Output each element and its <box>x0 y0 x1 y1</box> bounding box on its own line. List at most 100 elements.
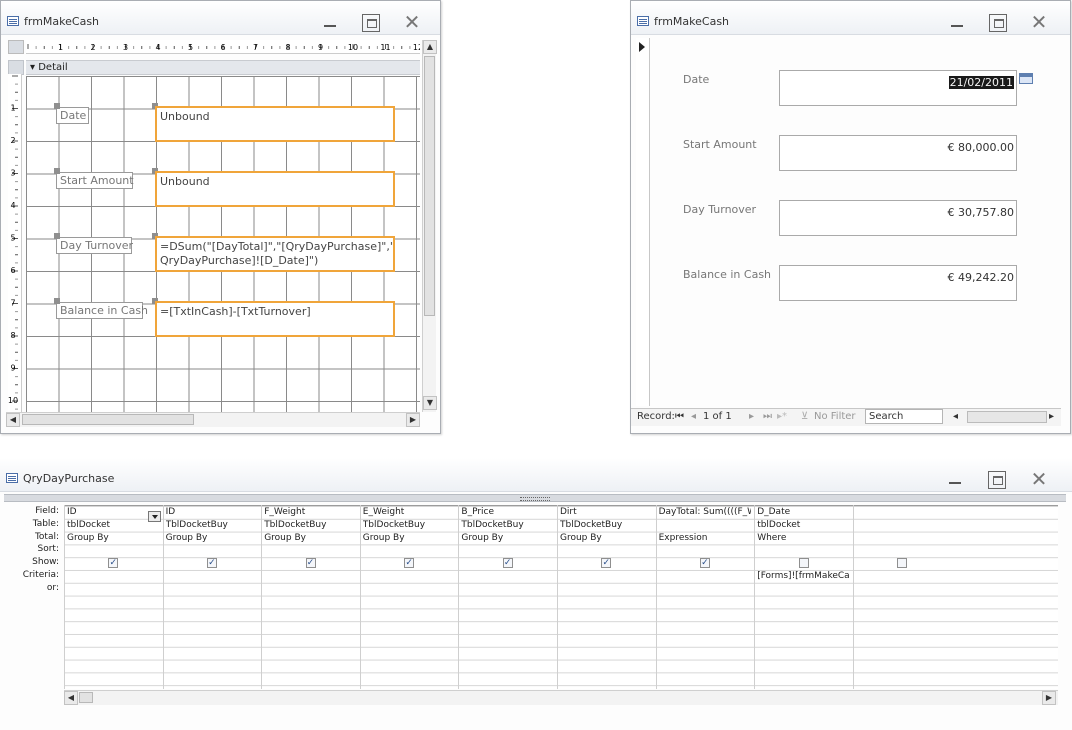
query-cell-table[interactable]: TblDocketBuy <box>560 519 653 532</box>
query-titlebar[interactable]: QryDayPurchase ✕ <box>0 458 1072 492</box>
minimize-icon[interactable] <box>321 14 339 32</box>
scroll-right-arrow[interactable]: ▶ <box>1042 691 1056 705</box>
search-input[interactable]: Search <box>865 409 943 424</box>
query-cell-table[interactable]: tblDocket <box>757 519 850 532</box>
query-cell-field[interactable]: DayTotal: Sum((((F_W <box>659 506 752 519</box>
pane-splitter[interactable] <box>4 494 1066 502</box>
label-start-amount[interactable]: Start Amount <box>56 172 134 189</box>
query-column-divider[interactable] <box>557 505 558 689</box>
detail-section-bar[interactable]: ▾ Detail <box>26 60 420 75</box>
scroll-left-arrow[interactable]: ◀ <box>6 413 20 427</box>
scroll-thumb[interactable] <box>424 56 435 316</box>
query-cell-field[interactable]: ID <box>67 506 144 519</box>
query-cell-field[interactable]: D_Date <box>757 506 850 519</box>
query-cell-criteria[interactable]: [Forms]![frmMakeCash]![TxtDate] <box>757 570 850 583</box>
design-titlebar[interactable]: frmMakeCash ✕ <box>1 1 440 35</box>
query-column-divider[interactable] <box>64 505 65 689</box>
first-record-icon[interactable]: ⏮ <box>675 409 684 425</box>
query-cell-table[interactable]: tblDocket <box>67 519 160 532</box>
query-cell-total[interactable]: Group By <box>166 532 259 545</box>
textbox-day-turnover-design[interactable]: =DSum("[DayTotal]","[QryDayPurchase]","[… <box>155 236 395 272</box>
label-move-handle[interactable] <box>54 298 60 304</box>
query-cell-field[interactable]: F_Weight <box>264 506 357 519</box>
no-filter-label[interactable]: No Filter <box>814 409 856 425</box>
scroll-thumb[interactable] <box>79 692 93 703</box>
query-cell-table[interactable]: TblDocketBuy <box>166 519 259 532</box>
query-cell-table[interactable]: TblDocketBuy <box>363 519 456 532</box>
maximize-icon[interactable] <box>989 14 1007 32</box>
scroll-up-arrow[interactable]: ▲ <box>423 40 437 54</box>
label-move-handle[interactable] <box>54 233 60 239</box>
query-cell-total[interactable]: Group By <box>264 532 357 545</box>
balance-in-cash-field[interactable]: € 49,242.20 <box>779 265 1017 301</box>
new-record-icon[interactable]: ▸* <box>777 409 787 425</box>
field-dropdown-button[interactable] <box>148 511 161 522</box>
section-toggle-icon[interactable]: ▾ <box>30 62 35 73</box>
label-balance-in-cash[interactable]: Balance in Cash <box>56 302 148 319</box>
query-cell-field[interactable]: E_Weight <box>363 506 456 519</box>
maximize-icon[interactable] <box>988 471 1006 489</box>
last-record-icon[interactable]: ⏭ <box>763 409 772 425</box>
query-column-divider[interactable] <box>458 505 460 689</box>
label-date[interactable]: Date <box>56 107 89 124</box>
show-checkbox[interactable]: ✓ <box>502 558 513 569</box>
design-horizontal-scrollbar[interactable]: ◀ ▶ <box>6 412 420 427</box>
scroll-left-arrow[interactable]: ◀ <box>64 691 78 705</box>
query-cell-total[interactable]: Group By <box>67 532 160 545</box>
scroll-thumb[interactable] <box>22 414 194 425</box>
date-field[interactable]: 21/02/2011 <box>779 70 1017 106</box>
filter-icon[interactable]: ⊻ <box>801 409 808 425</box>
nav-scroll-left-arrow[interactable]: ◂ <box>953 409 958 425</box>
textbox-balance-design[interactable]: =[TxtInCash]-[TxtTurnover] <box>155 301 395 337</box>
close-icon[interactable]: ✕ <box>1028 12 1050 32</box>
query-column-divider[interactable] <box>359 505 361 689</box>
calendar-icon[interactable] <box>1019 73 1033 84</box>
textbox-start-amount-design[interactable]: Unbound <box>155 171 395 207</box>
query-horizontal-scrollbar[interactable]: ◀ ▶ <box>64 690 1058 705</box>
query-cell-table[interactable]: TblDocketBuy <box>264 519 357 532</box>
query-cell-total[interactable]: Expression <box>659 532 752 545</box>
query-cell-total[interactable]: Group By <box>560 532 653 545</box>
query-cell-table[interactable]: TblDocketBuy <box>461 519 554 532</box>
nav-scroll-right-arrow[interactable]: ▸ <box>1049 409 1054 425</box>
query-column-divider[interactable] <box>852 505 854 689</box>
label-move-handle[interactable] <box>54 103 60 109</box>
query-cell-field[interactable]: B_Price <box>461 506 554 519</box>
minimize-icon[interactable] <box>946 471 964 489</box>
show-checkbox[interactable]: ✓ <box>601 558 612 569</box>
query-cell-field[interactable]: ID <box>166 506 259 519</box>
start-amount-field[interactable]: € 80,000.00 <box>779 135 1017 171</box>
query-cell-total[interactable]: Group By <box>461 532 554 545</box>
query-column-divider[interactable] <box>754 505 756 689</box>
label-move-handle[interactable] <box>54 168 60 174</box>
record-selector[interactable] <box>636 38 650 406</box>
maximize-icon[interactable] <box>362 14 380 32</box>
query-cell-field[interactable]: Dirt <box>560 506 653 519</box>
record-position[interactable]: 1 of 1 <box>703 409 732 425</box>
close-icon[interactable]: ✕ <box>401 12 423 32</box>
query-column-divider[interactable] <box>655 505 657 689</box>
close-icon[interactable]: ✕ <box>1028 469 1050 489</box>
label-day-turnover[interactable]: Day Turnover <box>56 237 133 254</box>
form-titlebar[interactable]: frmMakeCash ✕ <box>631 1 1070 35</box>
query-column-divider[interactable] <box>261 505 263 689</box>
scroll-down-arrow[interactable]: ▼ <box>423 396 437 410</box>
show-checkbox[interactable]: ✓ <box>404 558 415 569</box>
show-checkbox[interactable]: ✓ <box>305 558 316 569</box>
show-checkbox[interactable] <box>798 558 809 569</box>
minimize-icon[interactable] <box>948 14 966 32</box>
design-vertical-scrollbar[interactable]: ▲ ▼ <box>422 40 437 412</box>
query-cell-total[interactable]: Where <box>757 532 850 545</box>
day-turnover-field[interactable]: € 30,757.80 <box>779 200 1017 236</box>
scroll-right-arrow[interactable]: ▶ <box>406 413 420 427</box>
next-record-icon[interactable]: ▸ <box>749 409 754 425</box>
show-checkbox[interactable]: ✓ <box>206 558 217 569</box>
nav-scroll-thumb[interactable] <box>967 411 1047 423</box>
ruler-corner[interactable] <box>8 40 24 54</box>
show-checkbox[interactable] <box>897 558 908 569</box>
show-checkbox[interactable]: ✓ <box>108 558 119 569</box>
prev-record-icon[interactable]: ◂ <box>691 409 696 425</box>
show-checkbox[interactable]: ✓ <box>699 558 710 569</box>
textbox-date-design[interactable]: Unbound <box>155 106 395 142</box>
query-cell-total[interactable]: Group By <box>363 532 456 545</box>
